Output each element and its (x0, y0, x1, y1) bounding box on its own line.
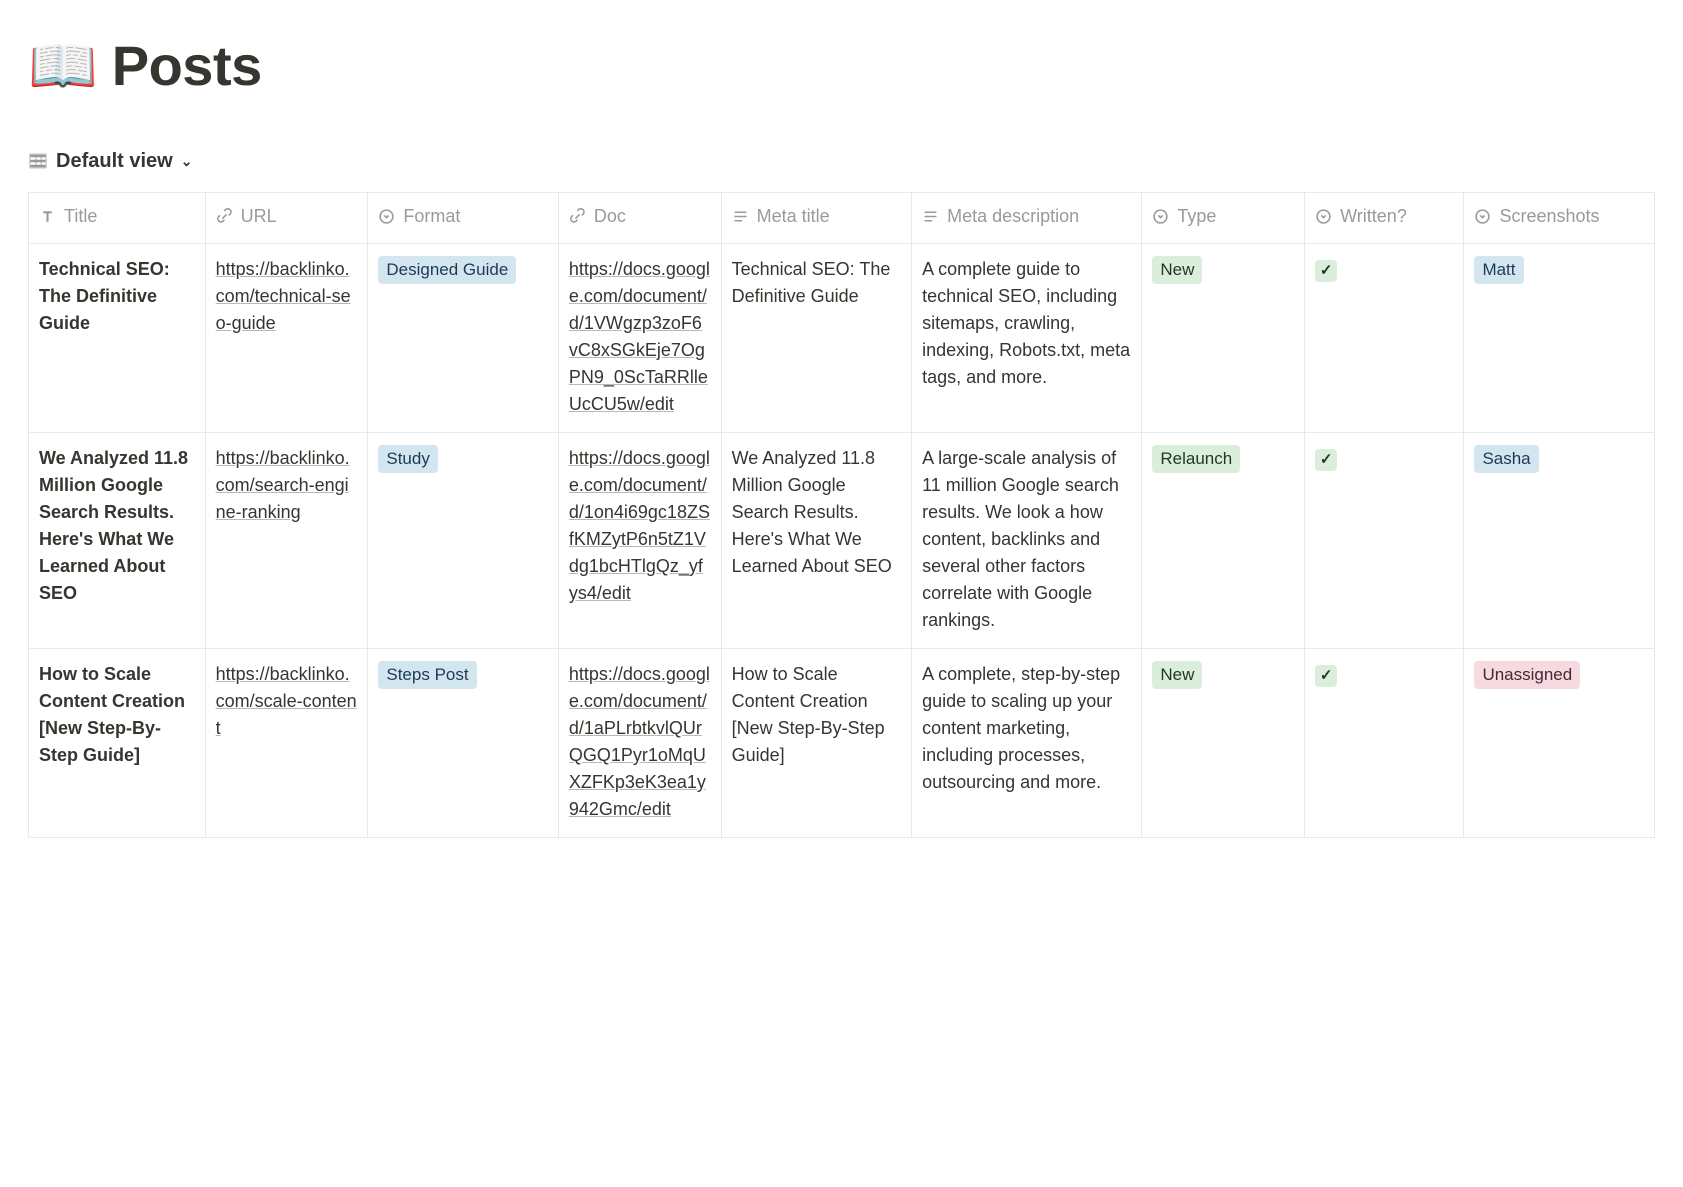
col-label: Screenshots (1499, 203, 1599, 230)
row-doc[interactable]: https://docs.google.com/document/d/1aPLr… (569, 664, 710, 819)
cell-url[interactable]: https://backlinko.com/search-engine-rank… (205, 433, 368, 649)
row-title: How to Scale Content Creation [New Step-… (39, 664, 185, 765)
page-icon[interactable]: 📖 (28, 38, 98, 94)
view-bar: Default view ⌄ (28, 140, 1655, 182)
col-label: Doc (594, 203, 626, 230)
cell-type[interactable]: New (1142, 649, 1305, 838)
cell-meta-desc[interactable]: A large-scale analysis of 11 million Goo… (912, 433, 1142, 649)
cell-meta-desc[interactable]: A complete guide to technical SEO, inclu… (912, 244, 1142, 433)
type-tag: New (1152, 661, 1202, 689)
col-label: Meta description (947, 203, 1079, 230)
type-tag: Relaunch (1152, 445, 1240, 473)
table-icon (28, 151, 48, 171)
cell-doc[interactable]: https://docs.google.com/document/d/1VWgz… (558, 244, 721, 433)
cell-written[interactable]: ✓ (1305, 649, 1464, 838)
view-selector[interactable]: Default view ⌄ (28, 146, 192, 176)
row-title: We Analyzed 11.8 Million Google Search R… (39, 448, 188, 603)
written-check: ✓ (1315, 260, 1337, 282)
col-screenshots[interactable]: Screenshots (1464, 193, 1655, 244)
select-icon (1474, 208, 1491, 225)
col-label: Type (1177, 203, 1216, 230)
cell-format[interactable]: Steps Post (368, 649, 558, 838)
select-icon (1315, 208, 1332, 225)
screenshots-tag: Unassigned (1474, 661, 1580, 689)
col-url[interactable]: URL (205, 193, 368, 244)
title-prop-icon (39, 208, 56, 225)
written-check: ✓ (1315, 449, 1337, 471)
cell-type[interactable]: New (1142, 244, 1305, 433)
written-check: ✓ (1315, 665, 1337, 687)
cell-meta-title[interactable]: How to Scale Content Creation [New Step-… (721, 649, 911, 838)
select-icon (1152, 208, 1169, 225)
col-label: Written? (1340, 203, 1407, 230)
col-label: Meta title (757, 203, 830, 230)
cell-url[interactable]: https://backlinko.com/scale-content (205, 649, 368, 838)
cell-meta-title[interactable]: Technical SEO: The Definitive Guide (721, 244, 911, 433)
format-tag: Steps Post (378, 661, 476, 689)
row-url[interactable]: https://backlinko.com/technical-seo-guid… (216, 259, 351, 333)
row-meta-title: Technical SEO: The Definitive Guide (732, 259, 891, 306)
row-url[interactable]: https://backlinko.com/scale-content (216, 664, 357, 738)
cell-title[interactable]: We Analyzed 11.8 Million Google Search R… (29, 433, 206, 649)
text-icon (922, 208, 939, 225)
col-written[interactable]: Written? (1305, 193, 1464, 244)
col-doc[interactable]: Doc (558, 193, 721, 244)
col-meta-desc[interactable]: Meta description (912, 193, 1142, 244)
cell-screenshots[interactable]: Matt (1464, 244, 1655, 433)
col-label: Title (64, 203, 97, 230)
type-tag: New (1152, 256, 1202, 284)
col-format[interactable]: Format (368, 193, 558, 244)
cell-title[interactable]: How to Scale Content Creation [New Step-… (29, 649, 206, 838)
format-tag: Study (378, 445, 437, 473)
table-row[interactable]: We Analyzed 11.8 Million Google Search R… (29, 433, 1655, 649)
cell-url[interactable]: https://backlinko.com/technical-seo-guid… (205, 244, 368, 433)
format-tag: Designed Guide (378, 256, 516, 284)
col-type[interactable]: Type (1142, 193, 1305, 244)
cell-written[interactable]: ✓ (1305, 433, 1464, 649)
row-url[interactable]: https://backlinko.com/search-engine-rank… (216, 448, 350, 522)
screenshots-tag: Sasha (1474, 445, 1538, 473)
cell-type[interactable]: Relaunch (1142, 433, 1305, 649)
row-doc[interactable]: https://docs.google.com/document/d/1VWgz… (569, 259, 710, 414)
database-table: Title URL Format Doc Meta title Meta des… (28, 192, 1655, 838)
view-label: Default view (56, 146, 173, 176)
chevron-down-icon: ⌄ (181, 151, 193, 172)
link-icon (569, 208, 586, 225)
row-doc[interactable]: https://docs.google.com/document/d/1on4i… (569, 448, 710, 603)
cell-screenshots[interactable]: Sasha (1464, 433, 1655, 649)
row-meta-title: How to Scale Content Creation [New Step-… (732, 664, 885, 765)
page-title[interactable]: Posts (112, 24, 262, 108)
table-row[interactable]: Technical SEO: The Definitive Guide http… (29, 244, 1655, 433)
link-icon (216, 208, 233, 225)
cell-doc[interactable]: https://docs.google.com/document/d/1aPLr… (558, 649, 721, 838)
cell-title[interactable]: Technical SEO: The Definitive Guide (29, 244, 206, 433)
row-title: Technical SEO: The Definitive Guide (39, 259, 170, 333)
col-meta-title[interactable]: Meta title (721, 193, 911, 244)
row-meta-desc: A complete, step-by-step guide to scalin… (922, 664, 1120, 792)
row-meta-desc: A large-scale analysis of 11 million Goo… (922, 448, 1119, 630)
cell-format[interactable]: Study (368, 433, 558, 649)
col-title[interactable]: Title (29, 193, 206, 244)
cell-written[interactable]: ✓ (1305, 244, 1464, 433)
screenshots-tag: Matt (1474, 256, 1523, 284)
cell-meta-desc[interactable]: A complete, step-by-step guide to scalin… (912, 649, 1142, 838)
header-row: Title URL Format Doc Meta title Meta des… (29, 193, 1655, 244)
text-icon (732, 208, 749, 225)
table-row[interactable]: How to Scale Content Creation [New Step-… (29, 649, 1655, 838)
col-label: URL (241, 203, 277, 230)
col-label: Format (403, 203, 460, 230)
page-header: 📖 Posts (28, 24, 1655, 108)
row-meta-desc: A complete guide to technical SEO, inclu… (922, 259, 1130, 387)
cell-doc[interactable]: https://docs.google.com/document/d/1on4i… (558, 433, 721, 649)
cell-screenshots[interactable]: Unassigned (1464, 649, 1655, 838)
cell-meta-title[interactable]: We Analyzed 11.8 Million Google Search R… (721, 433, 911, 649)
cell-format[interactable]: Designed Guide (368, 244, 558, 433)
select-icon (378, 208, 395, 225)
row-meta-title: We Analyzed 11.8 Million Google Search R… (732, 448, 892, 576)
